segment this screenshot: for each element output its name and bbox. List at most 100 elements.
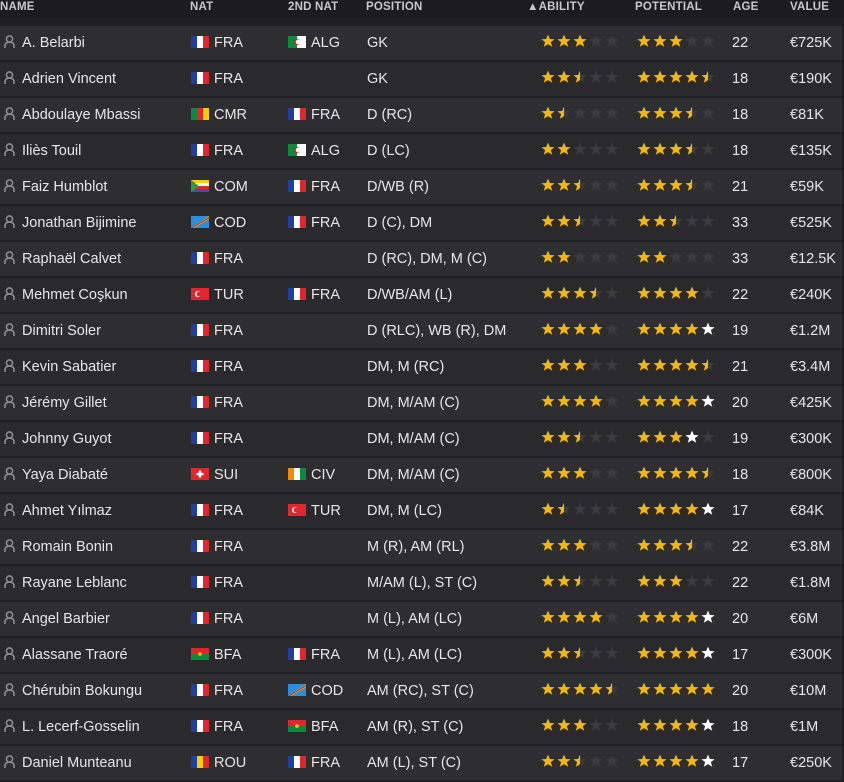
player-name[interactable]: Rayane Leblanc [22, 575, 127, 591]
player-name-cell[interactable]: Romain Bonin [4, 530, 113, 564]
column-header-position[interactable]: POSITION [366, 1, 423, 13]
column-header-nat[interactable]: NAT [190, 1, 213, 13]
flag-icon [191, 576, 209, 588]
player-name-cell[interactable]: Alassane Traoré [4, 638, 128, 672]
player-name-cell[interactable]: Angel Barbier [4, 602, 110, 636]
player-name[interactable]: Kevin Sabatier [22, 359, 116, 375]
column-header-ability[interactable]: ▲ABILITY [527, 1, 585, 13]
player-name-cell[interactable]: Iliès Touil [4, 134, 81, 168]
player-name-cell[interactable]: Raphaël Calvet [4, 242, 121, 276]
star-rating [541, 718, 619, 731]
player-name[interactable]: Jonathan Bijimine [22, 215, 136, 231]
person-icon [4, 143, 15, 156]
nationality-cell: CMR [191, 98, 247, 132]
player-name[interactable]: Alassane Traoré [22, 647, 128, 663]
player-name[interactable]: Faiz Humblot [22, 179, 107, 195]
player-name-cell[interactable]: Ahmet Yılmaz [4, 494, 112, 528]
person-icon [4, 755, 15, 768]
player-name[interactable]: Mehmet Coşkun [22, 287, 128, 303]
table-row[interactable]: Jérémy Gillet FRA DM, M/AM (C) 20 €425K [0, 386, 842, 422]
player-name-cell[interactable]: Abdoulaye Mbassi [4, 98, 141, 132]
player-name-cell[interactable]: Yaya Diabaté [4, 458, 108, 492]
player-name-cell[interactable]: Jérémy Gillet [4, 386, 107, 420]
player-name-cell[interactable]: A. Belarbi [4, 26, 85, 60]
table-row[interactable]: A. Belarbi FRA ALG GK 22 €725K [0, 26, 842, 62]
second-nationality-cell: FRA [288, 206, 340, 240]
player-name[interactable]: Chérubin Bokungu [22, 683, 142, 699]
table-row[interactable]: Daniel Munteanu ROU FRA AM (L), ST (C) 1… [0, 746, 842, 782]
table-row[interactable]: Yaya Diabaté SUI CIV DM, M/AM (C) 18 €80… [0, 458, 842, 494]
table-row[interactable]: Alassane Traoré BFA FRA M (L), AM (LC) 1… [0, 638, 842, 674]
table-row[interactable]: Rayane Leblanc FRA M/AM (L), ST (C) 22 €… [0, 566, 842, 602]
player-name-cell[interactable]: Adrien Vincent [4, 62, 116, 96]
flag-icon [191, 396, 209, 408]
player-name[interactable]: Johnny Guyot [22, 431, 111, 447]
column-header-value[interactable]: VALUE [790, 1, 829, 13]
table-row[interactable]: Iliès Touil FRA ALG D (LC) 18 €135K [0, 134, 842, 170]
player-name-cell[interactable]: Mehmet Coşkun [4, 278, 128, 312]
table-row[interactable]: Abdoulaye Mbassi CMR FRA D (RC) 18 €81K [0, 98, 842, 134]
player-name[interactable]: Iliès Touil [22, 143, 81, 159]
ability-cell [541, 530, 621, 564]
player-name-cell[interactable]: Johnny Guyot [4, 422, 111, 456]
star-rating [541, 682, 619, 695]
table-row[interactable]: Chérubin Bokungu FRA COD AM (RC), ST (C)… [0, 674, 842, 710]
player-name-cell[interactable]: Faiz Humblot [4, 170, 107, 204]
player-name[interactable]: Yaya Diabaté [22, 467, 108, 483]
table-row[interactable]: Raphaël Calvet FRA D (RC), DM, M (C) 33 … [0, 242, 842, 278]
table-row[interactable]: Dimitri Soler FRA D (RLC), WB (R), DM 19… [0, 314, 842, 350]
position-cell: D (LC) [367, 143, 410, 159]
player-name[interactable]: L. Lecerf-Gosselin [22, 719, 140, 735]
column-header-potential[interactable]: POTENTIAL [635, 1, 702, 13]
nationality-code: FRA [214, 251, 243, 267]
player-name[interactable]: Abdoulaye Mbassi [22, 107, 141, 123]
player-name-cell[interactable]: Dimitri Soler [4, 314, 101, 348]
potential-cell [637, 242, 717, 276]
column-header-2nd-nat[interactable]: 2ND NAT [288, 1, 338, 13]
player-name[interactable]: Daniel Munteanu [22, 755, 132, 771]
star-rating [637, 502, 715, 515]
player-name[interactable]: Raphaël Calvet [22, 251, 121, 267]
table-row[interactable]: Romain Bonin FRA M (R), AM (RL) 22 €3.8M [0, 530, 842, 566]
player-name-cell[interactable]: Jonathan Bijimine [4, 206, 136, 240]
star-rating [637, 214, 715, 227]
table-row[interactable]: Faiz Humblot COM FRA D/WB (R) 21 €59K [0, 170, 842, 206]
potential-cell [637, 62, 717, 96]
nationality-cell: FRA [191, 422, 243, 456]
table-row[interactable]: L. Lecerf-Gosselin FRA BFA AM (R), ST (C… [0, 710, 842, 746]
player-name-cell[interactable]: Daniel Munteanu [4, 746, 132, 780]
table-row[interactable]: Mehmet Coşkun TUR FRA D/WB/AM (L) 22 €24… [0, 278, 842, 314]
second-nationality-cell: ALG [288, 26, 340, 60]
star-rating [637, 718, 715, 731]
person-icon [4, 575, 15, 588]
player-name[interactable]: Adrien Vincent [22, 71, 116, 87]
table-row[interactable]: Jonathan Bijimine COD FRA D (C), DM 33 €… [0, 206, 842, 242]
player-name[interactable]: Angel Barbier [22, 611, 110, 627]
player-name-cell[interactable]: Rayane Leblanc [4, 566, 127, 600]
potential-cell [637, 386, 717, 420]
ability-cell [541, 314, 621, 348]
player-name-cell[interactable]: L. Lecerf-Gosselin [4, 710, 140, 744]
table-row[interactable]: Johnny Guyot FRA DM, M/AM (C) 19 €300K [0, 422, 842, 458]
table-row[interactable]: Ahmet Yılmaz FRA TUR DM, M (LC) 17 €84K [0, 494, 842, 530]
player-name[interactable]: Dimitri Soler [22, 323, 101, 339]
player-name[interactable]: Romain Bonin [22, 539, 113, 555]
value-cell: €1.2M [790, 323, 831, 339]
player-name[interactable]: Ahmet Yılmaz [22, 503, 112, 519]
player-name[interactable]: Jérémy Gillet [22, 395, 107, 411]
column-header-name[interactable]: NAME [0, 1, 35, 13]
table-row[interactable]: Adrien Vincent FRA GK 18 €190K [0, 62, 842, 98]
table-row[interactable]: Angel Barbier FRA M (L), AM (LC) 20 €6M [0, 602, 842, 638]
player-name[interactable]: A. Belarbi [22, 35, 85, 51]
column-header-age[interactable]: AGE [733, 1, 759, 13]
player-name-cell[interactable]: Kevin Sabatier [4, 350, 116, 384]
age-cell: 18 [732, 719, 749, 735]
flag-icon [191, 684, 209, 696]
nationality-code: COD [214, 215, 247, 231]
star-rating [541, 394, 619, 407]
table-row[interactable]: Kevin Sabatier FRA DM, M (RC) 21 €3.4M [0, 350, 842, 386]
player-name-cell[interactable]: Chérubin Bokungu [4, 674, 142, 708]
flag-icon [191, 360, 209, 372]
potential-cell [637, 566, 717, 600]
age-cell: 22 [732, 35, 749, 51]
